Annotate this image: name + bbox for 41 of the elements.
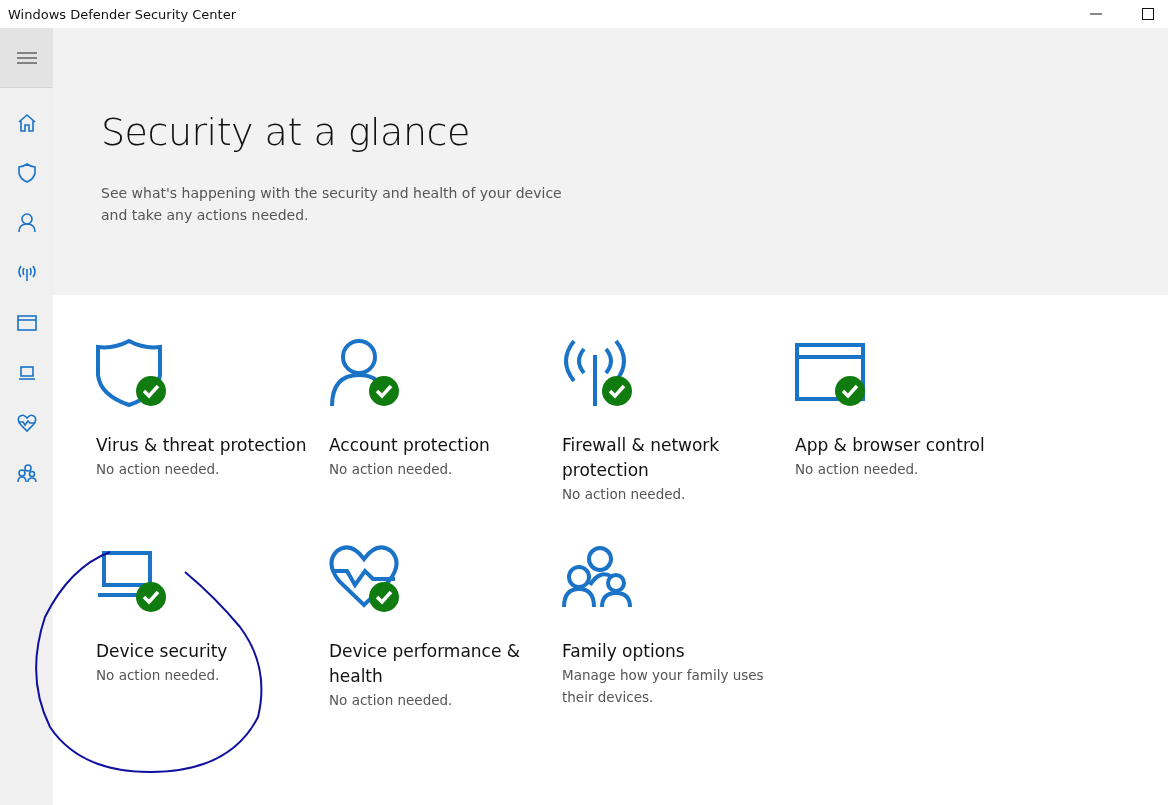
browser-window-icon <box>795 343 865 401</box>
status-tile[interactable]: Family options Manage how your family uses their devices. <box>562 545 777 711</box>
shield-icon <box>16 163 37 183</box>
status-tile[interactable]: Virus & threat protection No action needed. <box>96 339 311 505</box>
tile-title: Family options <box>562 640 685 663</box>
browser-window-icon <box>16 313 37 333</box>
tile-status: No action needed. <box>96 460 220 479</box>
status-tile[interactable]: Firewall & network protection No action needed. <box>562 339 777 505</box>
family-icon <box>16 463 37 483</box>
shield-icon <box>96 339 162 407</box>
tile-title: Device security <box>96 640 228 663</box>
status-tile[interactable]: Device security No action needed. <box>96 545 311 711</box>
menu-button[interactable] <box>0 28 53 88</box>
tile-title: Device performance & health <box>329 640 522 688</box>
person-icon <box>16 213 37 233</box>
window-title: Windows Defender Security Center <box>8 6 236 22</box>
family-icon <box>562 545 632 609</box>
tile-status: No action needed. <box>795 460 919 479</box>
heartbeat-icon <box>329 545 399 609</box>
page-title: Security at a glance <box>101 110 471 154</box>
antenna-icon <box>16 263 37 283</box>
tile-status: No action needed. <box>96 666 220 685</box>
tile-title: Account protection <box>329 434 490 457</box>
laptop-icon <box>16 363 37 383</box>
tile-title: App & browser control <box>795 434 985 457</box>
status-tile[interactable]: Account protection No action needed. <box>329 339 544 505</box>
heartbeat-icon <box>16 413 37 433</box>
home-icon <box>16 113 37 133</box>
maximize-icon <box>1142 8 1154 20</box>
tile-title: Virus & threat protection <box>96 434 307 457</box>
status-tile[interactable]: Device performance & health No action needed. <box>329 545 544 711</box>
tile-status: No action needed. <box>562 485 686 504</box>
antenna-icon <box>562 339 628 407</box>
tile-title: Firewall & network protection <box>562 434 721 482</box>
page-subtitle: See what's happening with the security and health of your device and take any actions needed. <box>101 184 563 225</box>
tile-status: No action needed. <box>329 691 453 710</box>
status-tile[interactable]: App & browser control No action needed. <box>795 339 1010 505</box>
minimize-icon <box>1090 13 1102 15</box>
tile-status: Manage how your family uses their devices. <box>562 666 765 707</box>
tile-status: No action needed. <box>329 460 453 479</box>
menu-icon <box>16 51 37 64</box>
